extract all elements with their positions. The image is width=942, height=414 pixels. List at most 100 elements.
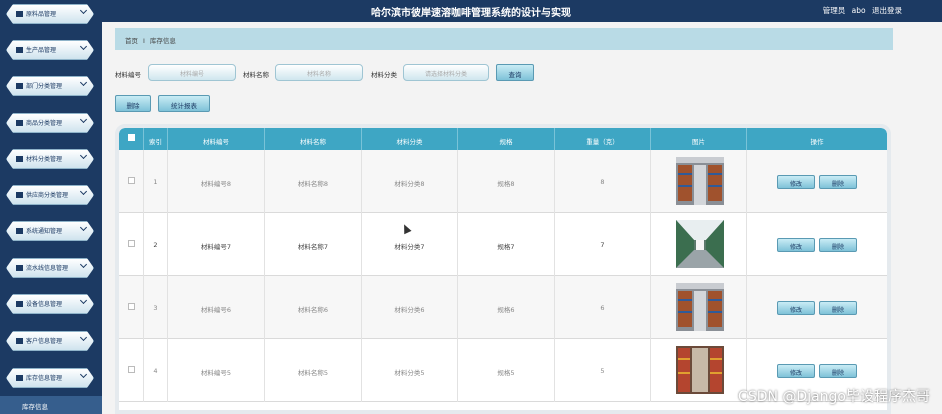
cell-code: 材料编号5: [168, 339, 265, 402]
sidebar-item-label: 生产品管理: [26, 47, 57, 54]
delete-button[interactable]: 删除: [115, 95, 151, 112]
watermark: CSDN @Django毕设程序杰哥: [738, 389, 930, 405]
edit-button[interactable]: 修改: [777, 175, 815, 189]
cell-image: [651, 150, 747, 213]
col-image: 图片: [651, 128, 747, 150]
sidebar-item-customer[interactable]: 客户信息管理: [2, 329, 98, 353]
sidebar-item-material-category[interactable]: 材料分类管理: [2, 147, 98, 171]
sidebar-item-label: 商品分类管理: [26, 120, 63, 127]
table-row: 3 材料编号6 材料名称6 材料分类6 规格6 6 修改 删除: [119, 276, 887, 339]
cell-code: 材料编号8: [168, 150, 265, 213]
cell-code: 材料编号7: [168, 213, 265, 276]
sidebar-subitem-inventory-info[interactable]: 库存信息: [0, 396, 102, 414]
cell-category: 材料分类8: [362, 150, 458, 213]
row-delete-button[interactable]: 删除: [819, 175, 857, 189]
breadcrumb-separator: Ⅰ: [143, 37, 145, 45]
tools-icon: [16, 47, 23, 53]
row-delete-button[interactable]: 删除: [819, 364, 857, 378]
sidebar-item-label: 部门分类管理: [26, 83, 63, 90]
sidebar-item-pipeline[interactable]: 流水线信息管理: [2, 256, 98, 280]
sidebar-item-label: 客户信息管理: [26, 338, 63, 345]
cell-index: 2: [144, 213, 168, 276]
monitor-icon: [16, 11, 23, 17]
list-icon: [16, 192, 23, 198]
sidebar-item-department[interactable]: 部门分类管理: [2, 74, 98, 98]
col-code: 材料编号: [168, 128, 265, 150]
row-checkbox[interactable]: [127, 240, 135, 247]
sidebar-item-goods-category[interactable]: 商品分类管理: [2, 111, 98, 135]
clipboard-icon: [16, 228, 23, 234]
sidebar-item-label: 流水线信息管理: [26, 265, 69, 272]
cell-spec: 规格6: [458, 276, 555, 339]
cell-category: 材料分类6: [362, 276, 458, 339]
cell-index: 1: [144, 150, 168, 213]
cell-image: [651, 276, 747, 339]
sidebar-item-label: 系统通知管理: [26, 228, 63, 235]
page-title: 哈尔滨市彼岸速溶咖啡管理系统的设计与实现: [371, 8, 571, 19]
sidebar-item-raw-material[interactable]: 原料品管理: [2, 2, 98, 26]
user-role: 管理员: [822, 6, 846, 15]
username: abo: [851, 6, 866, 15]
grid-icon: [16, 156, 23, 162]
warehouse-image[interactable]: [676, 220, 724, 268]
code-label: 材料编号: [115, 71, 141, 79]
sidebar-item-equipment[interactable]: 设备信息管理: [2, 292, 98, 316]
cell-actions: 修改 删除: [747, 276, 887, 339]
sidebar-item-inventory[interactable]: 库存信息管理: [2, 366, 98, 390]
cell-index: 3: [144, 276, 168, 339]
row-select-cell: [119, 276, 144, 339]
search-bar: 材料编号 材料编号 材料名称 材料名称 材料分类 请选择材料分类 查询: [115, 62, 895, 84]
edit-button[interactable]: 修改: [777, 364, 815, 378]
document-icon: [16, 120, 23, 126]
row-select-cell: [119, 150, 144, 213]
cell-name: 材料名称6: [265, 276, 362, 339]
col-weight: 重量（克）: [555, 128, 651, 150]
code-input[interactable]: 材料编号: [148, 64, 236, 81]
select-all-checkbox[interactable]: [127, 134, 135, 141]
sidebar-item-notice[interactable]: 系统通知管理: [2, 219, 98, 243]
row-checkbox[interactable]: [127, 366, 135, 373]
cell-category: 材料分类5: [362, 339, 458, 402]
cell-image: [651, 339, 747, 402]
report-button[interactable]: 统计报表: [158, 95, 210, 112]
col-index: 索引: [144, 128, 168, 150]
col-actions: 操作: [810, 138, 824, 146]
sidebar-item-label: 设备信息管理: [26, 301, 63, 308]
col-name: 材料名称: [265, 128, 362, 150]
breadcrumb-home[interactable]: 首页: [125, 37, 138, 45]
row-checkbox[interactable]: [127, 177, 135, 184]
query-button[interactable]: 查询: [496, 64, 534, 81]
user-info: 管理员 abo 退出登录: [819, 5, 902, 16]
cell-actions: 修改 删除: [747, 213, 887, 276]
row-delete-button[interactable]: 删除: [819, 238, 857, 252]
warehouse-image[interactable]: [676, 346, 724, 394]
edit-button[interactable]: 修改: [777, 238, 815, 252]
cell-weight: 6: [555, 276, 651, 339]
cell-weight: 8: [555, 150, 651, 213]
table-header: 索引 材料编号 材料名称 材料分类 规格 重量（克） 图片 操作: [119, 128, 887, 150]
cell-code: 材料编号6: [168, 276, 265, 339]
row-checkbox[interactable]: [127, 303, 135, 310]
row-delete-button[interactable]: 删除: [819, 301, 857, 315]
name-input[interactable]: 材料名称: [275, 64, 363, 81]
sidebar-item-supplier-category[interactable]: 供应商分类管理: [2, 183, 98, 207]
category-select[interactable]: 请选择材料分类: [403, 64, 489, 81]
row-select-cell: [119, 213, 144, 276]
warehouse-image[interactable]: [676, 283, 724, 331]
sidebar-item-label: 材料分类管理: [26, 156, 63, 163]
table-row: 2 材料编号7 材料名称7 材料分类7 规格7 7 修改 删除: [119, 213, 887, 276]
grid-icon: [16, 83, 23, 89]
monitor-icon: [16, 338, 23, 344]
edit-button[interactable]: 修改: [777, 301, 815, 315]
cell-name: 材料名称7: [265, 213, 362, 276]
cell-actions: 修改 删除: [747, 150, 887, 213]
cell-name: 材料名称8: [265, 150, 362, 213]
cell-weight: 5: [555, 339, 651, 402]
top-bar: 哈尔滨市彼岸速溶咖啡管理系统的设计与实现 管理员 abo 退出登录: [0, 0, 942, 22]
sidebar-item-label: 库存信息管理: [26, 375, 63, 382]
warehouse-image[interactable]: [676, 157, 724, 205]
category-label: 材料分类: [371, 71, 397, 79]
sidebar-item-product[interactable]: 生产品管理: [2, 38, 98, 62]
logout-link[interactable]: 退出登录: [872, 6, 902, 15]
sidebar-item-label: 供应商分类管理: [26, 192, 69, 199]
